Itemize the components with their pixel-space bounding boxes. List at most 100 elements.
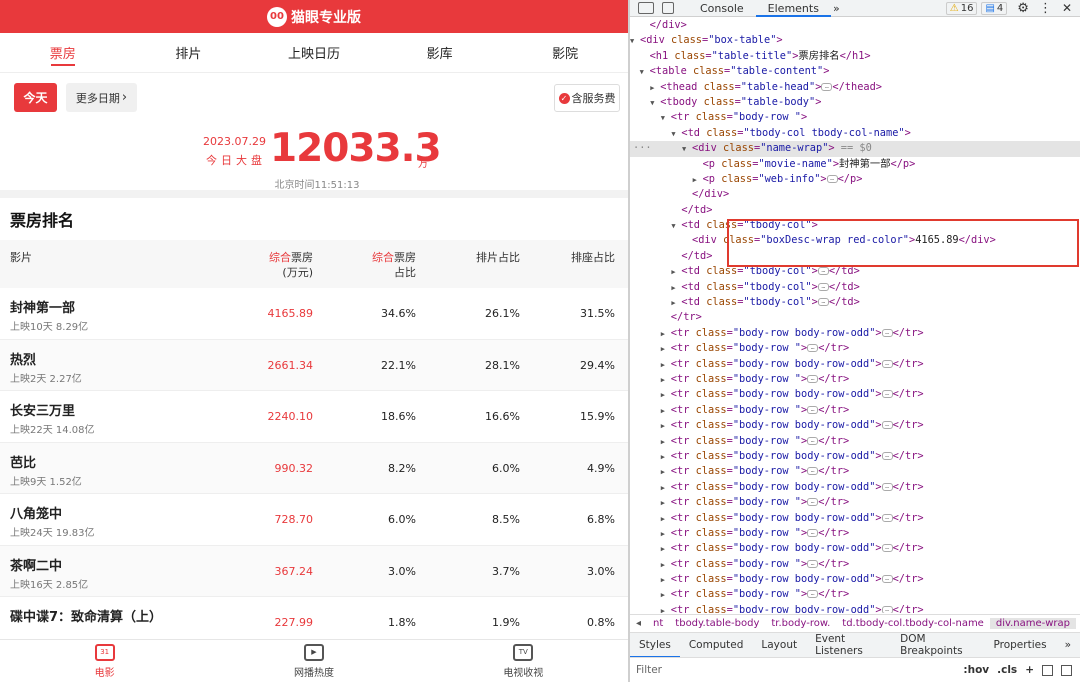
dom-node-line[interactable]: ··· ▼ <div class="name-wrap"> == $0 — [630, 141, 1080, 157]
dom-node-line[interactable]: <p class="movie-name">封神第一部</p> — [630, 157, 1080, 172]
dom-node-line[interactable]: </td> — [630, 203, 1080, 218]
dom-node-line[interactable]: ▶ <tr class="body-row ">… </tr> — [630, 526, 1080, 541]
subtab-0[interactable]: Styles — [630, 633, 680, 658]
expand-triangle-icon[interactable]: ▶ — [661, 450, 671, 465]
header-box-office[interactable]: 综合票房 (万元) — [240, 250, 313, 280]
collapsed-content-icon[interactable]: … — [881, 605, 893, 613]
subtab-6[interactable]: » — [1056, 633, 1080, 658]
breadcrumb-item[interactable]: div.name-wrap — [989, 618, 1077, 629]
header-schedule[interactable]: 排片占比 — [440, 250, 520, 265]
expand-triangle-icon[interactable]: ▶ — [661, 358, 671, 373]
bottom-nav-item-0[interactable]: 31 电影 — [0, 640, 209, 682]
subtab-4[interactable]: DOM Breakpoints — [891, 633, 984, 658]
collapsed-content-icon[interactable]: … — [817, 282, 829, 291]
subtab-3[interactable]: Event Listeners — [806, 633, 891, 658]
expand-triangle-icon[interactable]: ▶ — [661, 558, 671, 573]
dom-node-line[interactable]: <h1 class="table-title">票房排名</h1> — [630, 49, 1080, 64]
dom-node-line[interactable]: ▶ <td class="tbody-col">… </td> — [630, 295, 1080, 310]
collapsed-content-icon[interactable]: … — [821, 82, 833, 91]
dom-node-line[interactable]: </div> — [630, 18, 1080, 33]
collapsed-content-icon[interactable]: … — [826, 174, 838, 183]
collapsed-content-icon[interactable]: … — [807, 498, 819, 507]
kebab-menu-icon[interactable]: ⋮ — [1039, 1, 1052, 16]
collapsed-content-icon[interactable]: … — [807, 436, 819, 445]
styles-filter-input[interactable]: Filter — [636, 664, 963, 676]
expand-triangle-icon[interactable]: ▼ — [682, 142, 692, 157]
today-button[interactable]: 今天 — [14, 83, 57, 112]
nav-tab-3[interactable]: 影库 — [377, 33, 503, 72]
collapsed-content-icon[interactable]: … — [881, 421, 893, 430]
table-row[interactable]: 茶啊二中 上映16天 2.85亿 367.24 3.0% 3.7% 3.0% — [0, 545, 628, 597]
new-rule-button[interactable]: + — [1025, 664, 1034, 676]
expand-triangle-icon[interactable]: ▼ — [640, 65, 650, 80]
dom-node-line[interactable]: ▶ <tr class="body-row body-row-odd">… </tr… — [630, 449, 1080, 464]
expand-triangle-icon[interactable]: ▶ — [650, 81, 660, 96]
nav-tab-2[interactable]: 上映日历 — [251, 33, 377, 72]
dom-node-line[interactable]: ▶ <tr class="body-row body-row-odd">… </tr… — [630, 541, 1080, 556]
dom-node-line[interactable]: ▶ <tr class="body-row ">… </tr> — [630, 372, 1080, 387]
subtab-5[interactable]: Properties — [984, 633, 1055, 658]
dom-node-line[interactable]: ▶ <tr class="body-row body-row-odd">… </tr… — [630, 326, 1080, 341]
subtab-1[interactable]: Computed — [680, 633, 753, 658]
expand-triangle-icon[interactable]: ▶ — [661, 496, 671, 511]
expand-triangle-icon[interactable]: ▶ — [661, 388, 671, 403]
collapsed-content-icon[interactable]: … — [817, 298, 829, 307]
dom-node-line[interactable]: ▶ <thead class="table-head">… </thead> — [630, 80, 1080, 95]
sidebar-toggle-icon[interactable] — [1061, 664, 1072, 676]
expand-triangle-icon[interactable]: ▶ — [661, 512, 671, 527]
table-row[interactable]: 芭比 上映9天 1.52亿 990.32 8.2% 6.0% 4.9% — [0, 442, 628, 494]
expand-triangle-icon[interactable]: ▶ — [661, 481, 671, 496]
expand-triangle-icon[interactable]: ▶ — [671, 265, 681, 280]
dom-node-line[interactable]: ▶ <tr class="body-row ">… </tr> — [630, 464, 1080, 479]
nav-tab-4[interactable]: 影院 — [502, 33, 628, 72]
expand-triangle-icon[interactable]: ▶ — [661, 573, 671, 588]
collapsed-content-icon[interactable]: … — [807, 374, 819, 383]
dom-node-line[interactable]: ▶ <tr class="body-row body-row-odd">… </tr… — [630, 603, 1080, 613]
header-share[interactable]: 综合票房 占比 — [356, 250, 416, 280]
bottom-nav-item-1[interactable]: ▶ 网播热度 — [209, 640, 418, 682]
dom-node-line[interactable]: </tr> — [630, 310, 1080, 325]
dom-node-line[interactable]: ▶ <tr class="body-row ">… </tr> — [630, 434, 1080, 449]
expand-triangle-icon[interactable]: ▶ — [661, 327, 671, 342]
collapsed-content-icon[interactable]: … — [881, 513, 893, 522]
expand-triangle-icon[interactable]: ▶ — [671, 296, 681, 311]
nav-tab-0[interactable]: 票房 — [0, 33, 126, 72]
warnings-badge[interactable]: ⚠ 16 — [945, 1, 978, 15]
dom-node-line[interactable]: ▼ <tbody class="table-body"> — [630, 95, 1080, 110]
bottom-nav-item-2[interactable]: TV 电视收视 — [419, 640, 628, 682]
dom-node-line[interactable]: </div> — [630, 187, 1080, 202]
expand-triangle-icon[interactable]: ▼ — [671, 219, 681, 234]
dom-node-line[interactable]: ▶ <tr class="body-row ">… </tr> — [630, 341, 1080, 356]
close-devtools-icon[interactable]: ✕ — [1062, 1, 1072, 15]
collapsed-content-icon[interactable]: … — [881, 390, 893, 399]
dom-node-line[interactable]: ▼ <td class="tbody-col tbody-col-name"> — [630, 126, 1080, 141]
collapsed-content-icon[interactable]: … — [881, 359, 893, 368]
breadcrumb-item[interactable]: tr.body-row. — [765, 618, 836, 629]
expand-triangle-icon[interactable]: ▶ — [661, 542, 671, 557]
table-row[interactable]: 热烈 上映2天 2.27亿 2661.34 22.1% 28.1% 29.4% — [0, 339, 628, 391]
service-fee-toggle[interactable]: ✓ 含服务费 — [554, 84, 620, 112]
collapsed-content-icon[interactable]: … — [807, 590, 819, 599]
expand-triangle-icon[interactable]: ▶ — [661, 342, 671, 357]
dom-node-line[interactable]: ▶ <tr class="body-row ">… </tr> — [630, 587, 1080, 602]
breadcrumb-item[interactable]: tbody.table-body — [669, 618, 765, 629]
dom-node-line[interactable]: ▼ <table class="table-content"> — [630, 64, 1080, 79]
collapsed-content-icon[interactable]: … — [881, 482, 893, 491]
subtab-2[interactable]: Layout — [752, 633, 806, 658]
breadcrumb-item[interactable]: td.tbody-col.tbody-col-name — [836, 618, 990, 629]
expand-triangle-icon[interactable]: ▼ — [650, 96, 660, 111]
hov-toggle[interactable]: :hov — [963, 664, 989, 676]
dom-node-line[interactable]: ▼ <tr class="body-row "> — [630, 110, 1080, 125]
dom-node-line[interactable]: ▶ <tr class="body-row ">… </tr> — [630, 557, 1080, 572]
dom-node-line[interactable]: ▶ <tr class="body-row body-row-odd">… </tr… — [630, 511, 1080, 526]
expand-triangle-icon[interactable]: ▶ — [661, 604, 671, 613]
dom-node-line[interactable]: ▶ <tr class="body-row body-row-odd">… </tr… — [630, 572, 1080, 587]
expand-triangle-icon[interactable]: ▶ — [661, 404, 671, 419]
nav-tab-1[interactable]: 排片 — [126, 33, 252, 72]
breadcrumb-item[interactable]: nt — [647, 618, 669, 629]
settings-gear-icon[interactable]: ⚙ — [1017, 1, 1029, 16]
messages-badge[interactable]: ▤ 4 — [981, 1, 1008, 15]
table-row[interactable]: 八角笼中 上映24天 19.83亿 728.70 6.0% 8.5% 6.8% — [0, 494, 628, 546]
expand-triangle-icon[interactable]: ▶ — [661, 465, 671, 480]
more-tabs-icon[interactable]: » — [833, 2, 840, 15]
